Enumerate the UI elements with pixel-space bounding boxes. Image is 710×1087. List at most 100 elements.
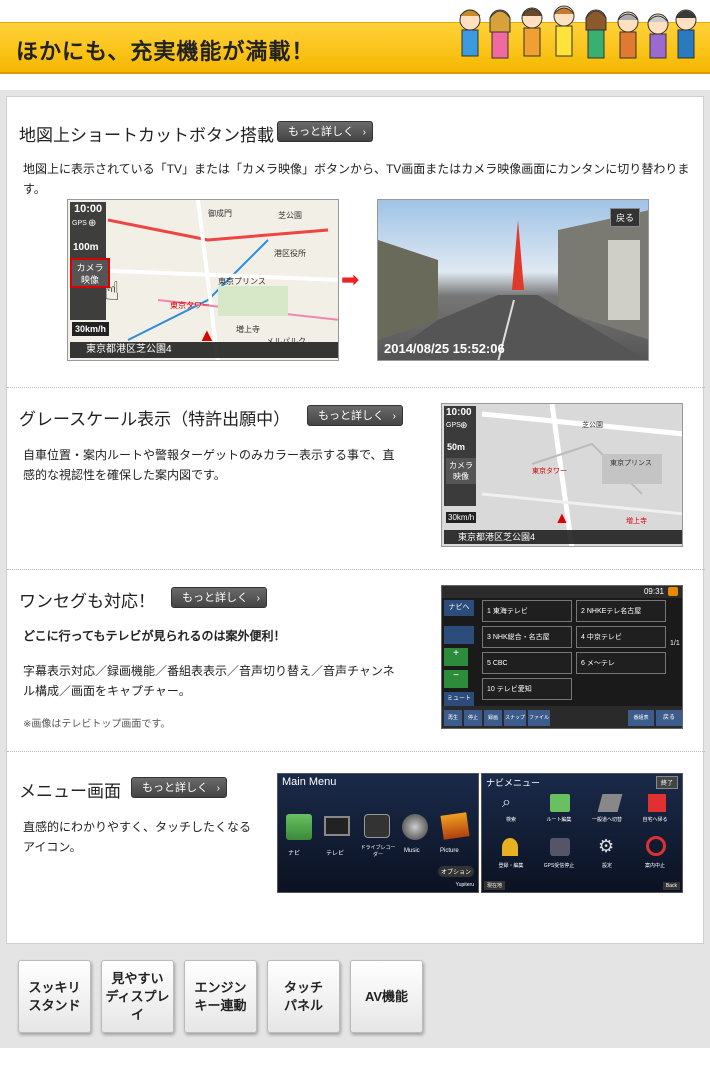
section-divider — [7, 569, 705, 570]
camera-button[interactable]: カメラ 映像 — [446, 458, 476, 484]
more-button-menu[interactable]: もっと詳しく › — [131, 777, 227, 798]
camera-scene — [378, 210, 648, 360]
navi-menu-item: GPS受信停止 — [543, 863, 575, 869]
channel-item[interactable]: 6 メ～テレ — [576, 652, 666, 674]
page-indicator: 1/1 — [670, 640, 680, 647]
content-frame: 地図上ショートカットボタン搭載 もっと詳しく › 地図上に表示されている「TV」ま… — [0, 90, 710, 1048]
channel-item[interactable]: 3 NHK総合・名古屋 — [482, 626, 572, 648]
picture-icon[interactable] — [440, 812, 470, 840]
map-label: 東京タワー — [170, 301, 210, 310]
tab-av[interactable]: AV機能 — [350, 960, 423, 1033]
tab-display[interactable]: 見やすい ディスプレイ — [101, 960, 174, 1033]
gps-off-icon[interactable] — [550, 838, 570, 856]
tv-left-mute[interactable]: ミュート — [444, 692, 474, 706]
play-button[interactable]: 再生 — [444, 710, 462, 726]
power-icon[interactable] — [668, 587, 678, 596]
arrow-right-icon: ➡ — [341, 267, 360, 292]
chevron-right-icon: › — [362, 127, 366, 138]
main-menu-screenshot: Main Menu ナビ テレビ ドライブレコーダー Music Picture… — [277, 773, 479, 893]
section-note-oneseg: ※画像はテレビトップ画面です。 — [23, 719, 171, 730]
navi-menu-item: 一般道へ切替 — [591, 817, 622, 823]
music-icon[interactable] — [402, 814, 428, 840]
camera-icon[interactable] — [364, 814, 390, 838]
map-screenshot: 10:00 GPS ⊕ 100m カメラ 映像 ☝ 30km/h 東京都港区芝公… — [67, 199, 339, 361]
tab-stand[interactable]: スッキリ スタンド — [18, 960, 91, 1033]
channel-item[interactable]: 5 CBC — [482, 652, 572, 674]
map-label: 御成門 — [208, 209, 232, 218]
home-icon[interactable] — [648, 794, 666, 812]
navi-menu-item: 自宅へ帰る — [642, 817, 668, 823]
snapshot-button[interactable]: スナップ — [504, 710, 526, 726]
navi-menu-screenshot: ナビメニュー 終了 ⌕ 検索 ルート編集 一般道へ切替 自宅へ帰る ⚙ 登録・編… — [481, 773, 683, 893]
volume-down-icon[interactable]: − — [444, 670, 468, 688]
tv-icon — [444, 626, 474, 644]
section-desc-menu: 直感的にわかりやすく、タッチしたくなるアイコン。 — [23, 820, 252, 854]
camera-screenshot: 戻る 2014/08/25 15:52:06 — [377, 199, 649, 361]
more-button-oneseg[interactable]: もっと詳しく › — [171, 587, 267, 608]
tv-icon[interactable] — [324, 816, 350, 836]
stop-button[interactable]: 停止 — [464, 710, 482, 726]
tab-touch-panel[interactable]: タッチ パネル — [267, 960, 340, 1033]
more-button-label: もっと詳しく — [182, 592, 248, 604]
stop-guidance-icon[interactable] — [646, 836, 666, 856]
search-icon[interactable]: ⌕ — [502, 794, 511, 812]
main-menu-title: Main Menu — [282, 776, 337, 788]
hand-pointer-icon: ☝ — [104, 276, 120, 306]
file-button[interactable]: ファイル — [528, 710, 550, 726]
channel-item[interactable]: 10 テレビ愛知 — [482, 678, 572, 700]
back-button[interactable]: 戻る — [609, 208, 640, 227]
tab-engine-key[interactable]: エンジン キー連動 — [184, 960, 257, 1033]
chevron-right-icon: › — [392, 411, 396, 422]
more-button-label: もっと詳しく — [142, 782, 208, 794]
navi-back-button[interactable]: Back — [662, 882, 680, 890]
section-desc-grayscale: 自車位置・案内ルートや警報ターゲットのみカラー表示する事で、直感的な視認性を確保… — [23, 448, 395, 482]
tv-left-navi[interactable]: ナビへ — [444, 600, 474, 616]
road-icon[interactable] — [597, 794, 623, 812]
gear-icon[interactable]: ⚙ — [598, 836, 614, 857]
map-icon[interactable] — [286, 814, 312, 840]
map-time: 10:00 — [74, 203, 103, 215]
compass-icon: ⊕ — [460, 420, 468, 430]
more-button-label: もっと詳しく — [318, 410, 384, 422]
brand-label: Yupiteru — [455, 882, 474, 888]
more-button-grayscale[interactable]: もっと詳しく › — [307, 405, 403, 426]
map-address: 東京都港区芝公園4 — [444, 530, 682, 544]
navi-menu-item: 検索 — [505, 817, 516, 823]
map-label: 東京プリンス — [610, 460, 652, 467]
tv-back-button[interactable]: 戻る — [656, 710, 682, 726]
route-edit-icon[interactable] — [550, 794, 570, 812]
navi-menu-item: ルート編集 — [546, 817, 572, 823]
map-speed: 30km/h — [446, 512, 477, 523]
main-menu-item: Picture — [440, 848, 459, 854]
channel-item[interactable]: 1 東海テレビ — [482, 600, 572, 622]
more-button-shortcut[interactable]: もっと詳しく › — [277, 121, 373, 142]
feature-tabs: スッキリ スタンド 見やすい ディスプレイ エンジン キー連動 タッチ パネル … — [0, 948, 710, 1048]
current-location-button[interactable]: 現在地 — [484, 881, 506, 890]
volume-up-icon[interactable]: + — [444, 648, 468, 666]
section-subheading-oneseg: どこに行ってもテレビが見られるのは案外便利！ — [23, 629, 286, 643]
main-menu-item: Music — [404, 848, 420, 854]
section-title-oneseg: ワンセグも対応！ — [19, 592, 155, 611]
channel-item[interactable]: 4 中京テレビ — [576, 626, 666, 648]
record-button[interactable]: 録画 — [484, 710, 502, 726]
map-time: 10:00 — [446, 407, 472, 418]
program-guide-button[interactable]: 番組表 — [628, 710, 654, 726]
channel-item[interactable]: 2 NHKEテレ名古屋 — [576, 600, 666, 622]
end-button[interactable]: 終了 — [655, 776, 678, 789]
section-desc-oneseg: 字幕表示対応／録画機能／番組表表示／音声切り替え／音声チャンネル構成／画面をキャ… — [23, 664, 395, 698]
tv-time: 09:31 — [643, 587, 664, 596]
gps-label: GPS — [446, 422, 461, 429]
section-divider — [7, 387, 705, 388]
option-button[interactable]: オプション — [437, 866, 474, 877]
section-title-grayscale: グレースケール表示（特許出願中） — [19, 410, 291, 429]
pin-icon[interactable] — [502, 838, 518, 856]
more-button-label: もっと詳しく — [288, 126, 354, 138]
people-illustration — [459, 5, 697, 59]
map-label: 増上寺 — [236, 325, 260, 334]
map-scale: 50m — [447, 442, 466, 452]
chevron-right-icon: › — [216, 783, 220, 794]
section-title-menu: メニュー画面 — [19, 782, 121, 801]
map-speed: 30km/h — [72, 322, 110, 336]
camera-timestamp: 2014/08/25 15:52:06 — [384, 341, 505, 356]
navi-menu-title: ナビメニュー — [486, 778, 541, 788]
